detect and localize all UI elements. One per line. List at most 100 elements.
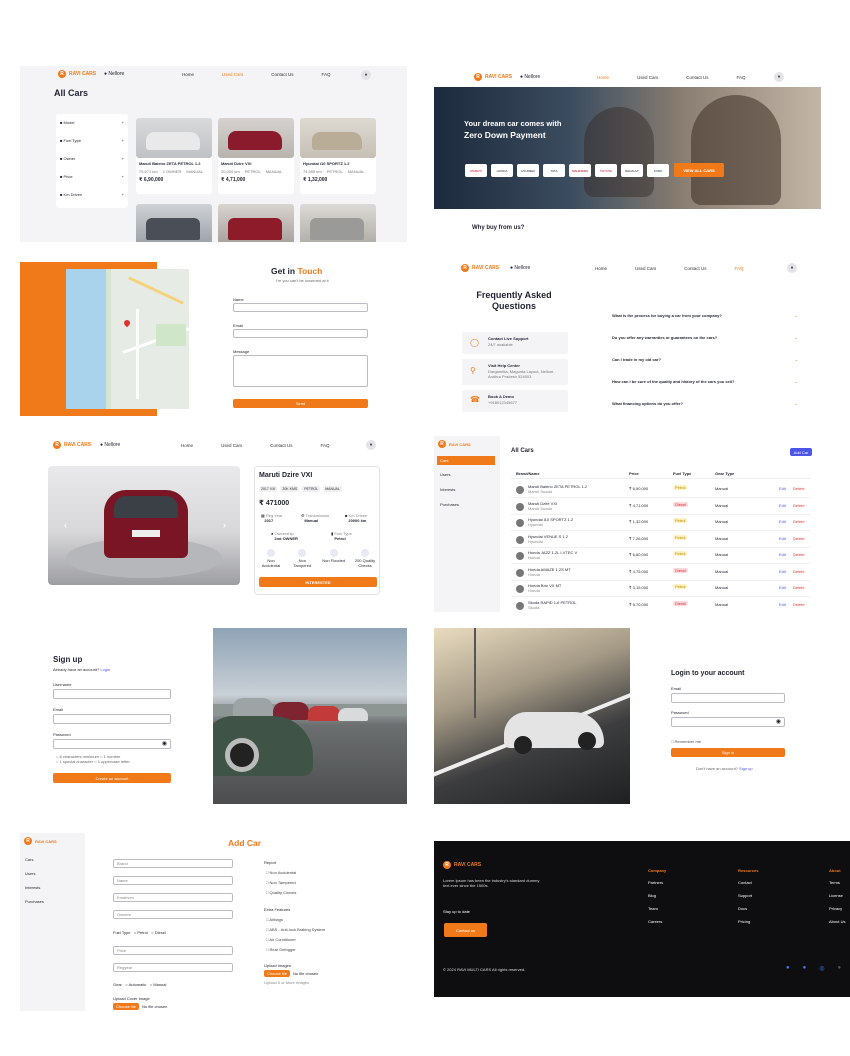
sign-in-button[interactable]: Sign in — [671, 748, 785, 757]
brand-logo-icon[interactable]: RENAULT — [621, 164, 643, 177]
contact-us-button[interactable]: Contact us — [444, 923, 487, 937]
brand-logo-icon[interactable]: FORD — [647, 164, 669, 177]
sidebar-item-users[interactable]: Users — [25, 871, 35, 876]
help-center-card[interactable]: ⚲ Visit Help Center Dargamitta, Magunta … — [462, 359, 568, 385]
support-card[interactable]: ◯ Contact Live Support 24/7 available — [462, 332, 568, 354]
location-select[interactable]: ● Nellore — [520, 74, 540, 81]
interested-button[interactable]: INTERESTED — [259, 577, 377, 587]
brand-logo-icon[interactable]: HONDA — [491, 164, 513, 177]
extra-checkbox[interactable]: □ Airbags — [266, 917, 283, 922]
footer-link[interactable]: Docs — [738, 906, 758, 911]
brand-logo-icon[interactable]: MAHINDRA — [569, 164, 591, 177]
instagram-icon[interactable]: ◎ — [819, 965, 824, 972]
brand-logo[interactable]: R RAVI CARS — [24, 837, 57, 845]
footer-logo[interactable]: R RAVI CARS — [443, 861, 481, 869]
brand-logo[interactable]: R RAVI CARS — [58, 70, 96, 78]
filter-item[interactable]: ■ Price + — [60, 174, 124, 179]
sidebar-item-purchases[interactable]: Purchases — [25, 899, 44, 904]
sidebar-item-interests[interactable]: Interests — [440, 487, 455, 492]
delete-link[interactable]: Delete — [793, 585, 805, 590]
delete-link[interactable]: Delete — [793, 519, 805, 524]
user-icon[interactable]: ● — [366, 440, 376, 450]
create-account-button[interactable]: Create an account — [53, 773, 171, 783]
footer-link[interactable]: Terms — [829, 880, 845, 885]
nav-used-cars[interactable]: Used Cars — [222, 72, 243, 77]
name-input[interactable]: Name — [113, 876, 233, 885]
login-link[interactable]: Login — [100, 667, 110, 672]
chevron-left-icon[interactable]: ‹ — [64, 520, 67, 530]
sidebar-item-cars[interactable]: Cars — [437, 456, 495, 465]
report-checkbox[interactable]: □ Non Accidental — [266, 870, 296, 875]
brand-logo[interactable]: R RAVI CARS — [474, 73, 512, 81]
nav-faq[interactable]: FAQ — [322, 72, 331, 77]
car-card[interactable] — [218, 204, 294, 242]
footer-link[interactable]: Blog — [648, 893, 666, 898]
brand-logo[interactable]: R RAVI CARS — [438, 440, 471, 448]
images-file-input[interactable]: Choose file No file chosen — [264, 970, 318, 977]
nav-contact[interactable]: Contact Us — [271, 72, 293, 77]
location-select[interactable]: ● Nellore — [100, 442, 120, 449]
edit-link[interactable]: Edit — [779, 486, 786, 491]
nav-home[interactable]: Home — [595, 266, 607, 271]
send-button[interactable]: Send — [233, 399, 368, 408]
nav-home[interactable]: Home — [182, 72, 194, 77]
kmdriven-input[interactable]: Kmdriven — [113, 893, 233, 902]
delete-link[interactable]: Delete — [793, 569, 805, 574]
footer-link[interactable]: Pricing — [738, 919, 758, 924]
username-field[interactable] — [53, 689, 171, 699]
password-field[interactable]: ◉ — [53, 739, 171, 749]
facebook-icon[interactable]: ● — [803, 965, 807, 972]
car-card[interactable] — [136, 204, 212, 242]
brand-logo-icon[interactable]: TATA — [543, 164, 565, 177]
faq-item[interactable]: Can I trade in my old car? ⌄ — [612, 357, 798, 362]
password-field[interactable]: ◉ — [671, 717, 785, 727]
remember-me[interactable]: □ Remember me — [671, 739, 701, 744]
footer-link[interactable]: Team — [648, 906, 666, 911]
car-card[interactable]: Maruti Dzire VXI 20,000 km PETROL MANUAL ₹… — [218, 118, 294, 194]
radio-manual[interactable]: ○ Manual — [150, 982, 167, 987]
edit-link[interactable]: Edit — [779, 585, 786, 590]
location-select[interactable]: ● Nellore — [104, 71, 124, 78]
nav-home[interactable]: Home — [597, 75, 609, 80]
edit-link[interactable]: Edit — [779, 519, 786, 524]
footer-link[interactable]: License — [829, 893, 845, 898]
book-demo-card[interactable]: ☎ Book A Demo +918012345677 — [462, 390, 568, 412]
radio-automatic[interactable]: ○ Automatic — [125, 982, 146, 987]
edit-link[interactable]: Edit — [779, 536, 786, 541]
extra-checkbox[interactable]: □ Rear Defogger — [266, 947, 296, 952]
price-input[interactable]: Price — [113, 946, 233, 955]
footer-link[interactable]: Support — [738, 893, 758, 898]
delete-link[interactable]: Delete — [793, 486, 805, 491]
filter-item[interactable]: ■ Model + — [60, 120, 124, 125]
report-checkbox[interactable]: □ Non Tampered — [266, 880, 296, 885]
car-card[interactable]: Maruti Baleno ZETA PETROL 1.2 75,671 km 1… — [136, 118, 212, 194]
brand-logo[interactable]: R RAVI CARS — [53, 441, 91, 449]
sidebar-item-users[interactable]: Users — [440, 472, 450, 477]
filter-item[interactable]: ■ Fuel Type + — [60, 138, 124, 143]
edit-link[interactable]: Edit — [779, 602, 786, 607]
view-all-cars-button[interactable]: VIEW ALL CARS — [674, 163, 724, 177]
footer-link[interactable]: Contact — [738, 880, 758, 885]
brand-logo-icon[interactable]: TOYOTA — [595, 164, 617, 177]
filter-item[interactable]: ■ Owner + — [60, 156, 124, 161]
email-field[interactable] — [53, 714, 171, 724]
email-field[interactable] — [233, 329, 368, 338]
footer-link[interactable]: Careers — [648, 919, 666, 924]
nav-faq[interactable]: FAQ — [737, 75, 746, 80]
sidebar-item-purchases[interactable]: Purchases — [440, 502, 459, 507]
add-car-button[interactable]: Add Car — [790, 448, 812, 456]
nav-used-cars[interactable]: Used Cars — [635, 266, 656, 271]
faq-item[interactable]: How can I be sure of the quality and his… — [612, 379, 798, 384]
edit-link[interactable]: Edit — [779, 569, 786, 574]
faq-item[interactable]: What financing options do you offer? ⌄ — [612, 401, 798, 406]
radio-petrol[interactable]: ○ Petrol — [134, 930, 148, 935]
brand-input[interactable]: Brand — [113, 859, 233, 868]
nav-contact[interactable]: Contact Us — [684, 266, 706, 271]
sidebar-item-cars[interactable]: Cars — [25, 857, 33, 862]
map[interactable] — [66, 269, 189, 409]
sign-up-link[interactable]: Sign up — [739, 766, 753, 771]
name-field[interactable] — [233, 303, 368, 312]
location-select[interactable]: ● Nellore — [510, 265, 530, 272]
extra-checkbox[interactable]: □ ABS - Anti-lock Braking System — [266, 927, 325, 932]
faq-item[interactable]: What is the process for buying a car fro… — [612, 313, 798, 318]
